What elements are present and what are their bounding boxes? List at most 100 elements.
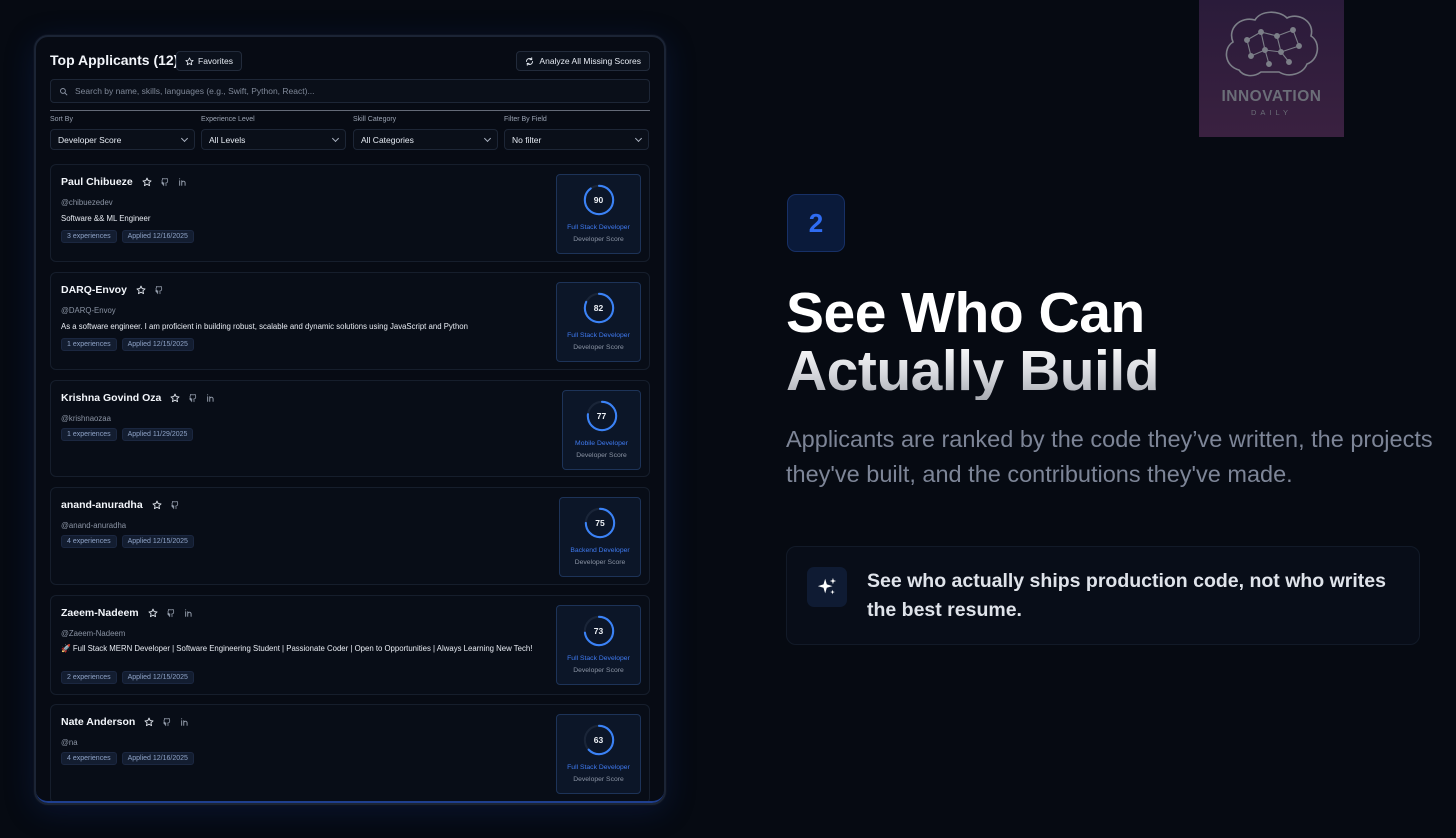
applied-date-badge: Applied 12/16/2025 [121, 752, 194, 765]
developer-category: Backend Developer [570, 547, 630, 554]
applicant-actions [170, 393, 216, 403]
applicant-tags: 4 experiences Applied 12/15/2025 [61, 535, 194, 548]
experience-count-badge: 3 experiences [61, 230, 117, 243]
logo-subtitle: DAILY [1250, 108, 1293, 117]
applicant-handle: @Zaeem-Nadeem [61, 629, 126, 638]
score-label: Developer Score [574, 559, 626, 566]
applicant-header: DARQ-Envoy [61, 284, 164, 296]
chevron-down-icon [483, 134, 492, 142]
applied-date-badge: Applied 12/16/2025 [121, 230, 194, 243]
linkedin-icon[interactable] [178, 177, 188, 187]
applied-date-badge: Applied 11/29/2025 [121, 428, 194, 441]
refresh-icon [526, 56, 534, 66]
star-icon[interactable] [142, 177, 152, 187]
filter-label: Filter By Field [504, 116, 547, 123]
headline: See Who Can Actually Build [786, 284, 1386, 400]
star-icon[interactable] [152, 500, 162, 510]
headline-line-1: See Who Can [786, 281, 1145, 345]
github-icon[interactable] [154, 285, 164, 295]
chevron-down-icon [331, 134, 340, 142]
filter-experience-level: Experience Level All Levels [201, 116, 346, 150]
analyze-label: Analyze All Missing Scores [539, 56, 641, 66]
github-icon[interactable] [188, 393, 198, 403]
applicant-name[interactable]: Paul Chibueze [61, 176, 133, 188]
developer-score-card: 82 Full Stack Developer Developer Score [556, 282, 641, 362]
score-label: Developer Score [573, 344, 624, 351]
filter-bar: Sort By Developer Score Experience Level… [50, 116, 650, 152]
applicant-tags: 4 experiences Applied 12/16/2025 [61, 752, 194, 765]
applicant-header: Nate Anderson [61, 716, 190, 728]
applicant-card[interactable]: Zaeem-Nadeem @Zaeem-Nadeem 🚀 Full Stack … [50, 595, 650, 695]
score-value: 82 [593, 303, 604, 313]
applicant-card[interactable]: anand-anuradha @anand-anuradha 4 experie… [50, 487, 650, 585]
applicant-actions [142, 177, 188, 187]
callout-text: See who actually ships production code, … [867, 570, 1386, 621]
applicant-actions [136, 285, 164, 295]
step-number-badge: 2 [787, 194, 845, 252]
score-value: 77 [596, 411, 607, 421]
applicant-card[interactable]: Paul Chibueze @chibuezedev Software && M… [50, 164, 650, 262]
applicant-card[interactable]: DARQ-Envoy @DARQ-Envoy As a software eng… [50, 272, 650, 370]
applicant-actions [144, 717, 190, 727]
applicant-header: anand-anuradha [61, 499, 180, 511]
applicant-handle: @DARQ-Envoy [61, 306, 116, 315]
select-value: All Categories [361, 134, 414, 145]
linkedin-icon[interactable] [180, 717, 190, 727]
linkedin-icon[interactable] [206, 393, 216, 403]
chevron-down-icon [634, 134, 643, 142]
innovation-daily-logo: INNOVATION DAILY [1199, 0, 1344, 137]
page-title: Top Applicants (12) [50, 52, 179, 68]
experience-count-badge: 4 experiences [61, 752, 117, 765]
github-icon[interactable] [162, 717, 172, 727]
sort-by-select[interactable]: Developer Score [50, 129, 195, 150]
developer-score-card: 90 Full Stack Developer Developer Score [556, 174, 641, 254]
applicant-name[interactable]: Nate Anderson [61, 716, 135, 728]
star-icon[interactable] [170, 393, 180, 403]
filter-label: Skill Category [353, 116, 397, 123]
applicant-tags: 3 experiences Applied 12/16/2025 [61, 230, 194, 243]
logo-wordmark: INNOVATION [1221, 88, 1322, 105]
experience-level-select[interactable]: All Levels [201, 129, 346, 150]
star-icon[interactable] [144, 717, 154, 727]
applicant-tags: 2 experiences Applied 12/15/2025 [61, 671, 194, 684]
applicant-name[interactable]: Krishna Govind Oza [61, 392, 161, 404]
applicant-tags: 1 experiences Applied 11/29/2025 [61, 428, 194, 441]
applied-date-badge: Applied 12/15/2025 [121, 671, 194, 684]
developer-score-card: 73 Full Stack Developer Developer Score [556, 605, 641, 685]
score-value: 63 [593, 735, 604, 745]
select-value: Developer Score [58, 134, 122, 145]
github-icon[interactable] [160, 177, 170, 187]
experience-count-badge: 1 experiences [61, 338, 117, 351]
applicant-header: Zaeem-Nadeem [61, 607, 194, 619]
applicant-name[interactable]: Zaeem-Nadeem [61, 607, 139, 619]
applicant-header: Krishna Govind Oza [61, 392, 216, 404]
analyze-missing-scores-button[interactable]: Analyze All Missing Scores [516, 51, 650, 71]
applicant-card[interactable]: Nate Anderson @na 4 experiences Applied … [50, 704, 650, 803]
star-icon[interactable] [148, 608, 158, 618]
filter-sort-by: Sort By Developer Score [50, 116, 195, 150]
applicant-name[interactable]: DARQ-Envoy [61, 284, 127, 296]
linkedin-icon[interactable] [184, 608, 194, 618]
score-label: Developer Score [573, 667, 624, 674]
star-icon[interactable] [136, 285, 146, 295]
panel-header: Top Applicants (12) Favorites Analyze Al… [50, 51, 650, 73]
filter-by-field-select[interactable]: No filter [504, 129, 649, 150]
github-icon[interactable] [166, 608, 176, 618]
experience-count-badge: 4 experiences [61, 535, 117, 548]
applicant-card[interactable]: Krishna Govind Oza @krishnaozaa 1 experi… [50, 380, 650, 477]
applicant-handle: @na [61, 738, 78, 747]
callout-card: See who actually ships production code, … [786, 546, 1420, 645]
favorites-button[interactable]: Favorites [176, 51, 242, 71]
sparkles-icon [807, 567, 847, 607]
score-label: Developer Score [573, 236, 624, 243]
github-icon[interactable] [170, 500, 180, 510]
applicant-handle: @anand-anuradha [61, 521, 127, 530]
score-value: 75 [595, 518, 605, 528]
filter-by-field: Filter By Field No filter [504, 116, 649, 150]
search-input[interactable] [75, 86, 595, 96]
select-value: All Levels [209, 134, 246, 145]
score-label: Developer Score [576, 452, 627, 459]
applicant-name[interactable]: anand-anuradha [61, 499, 143, 511]
skill-category-select[interactable]: All Categories [353, 129, 498, 150]
search-bar [50, 79, 650, 103]
